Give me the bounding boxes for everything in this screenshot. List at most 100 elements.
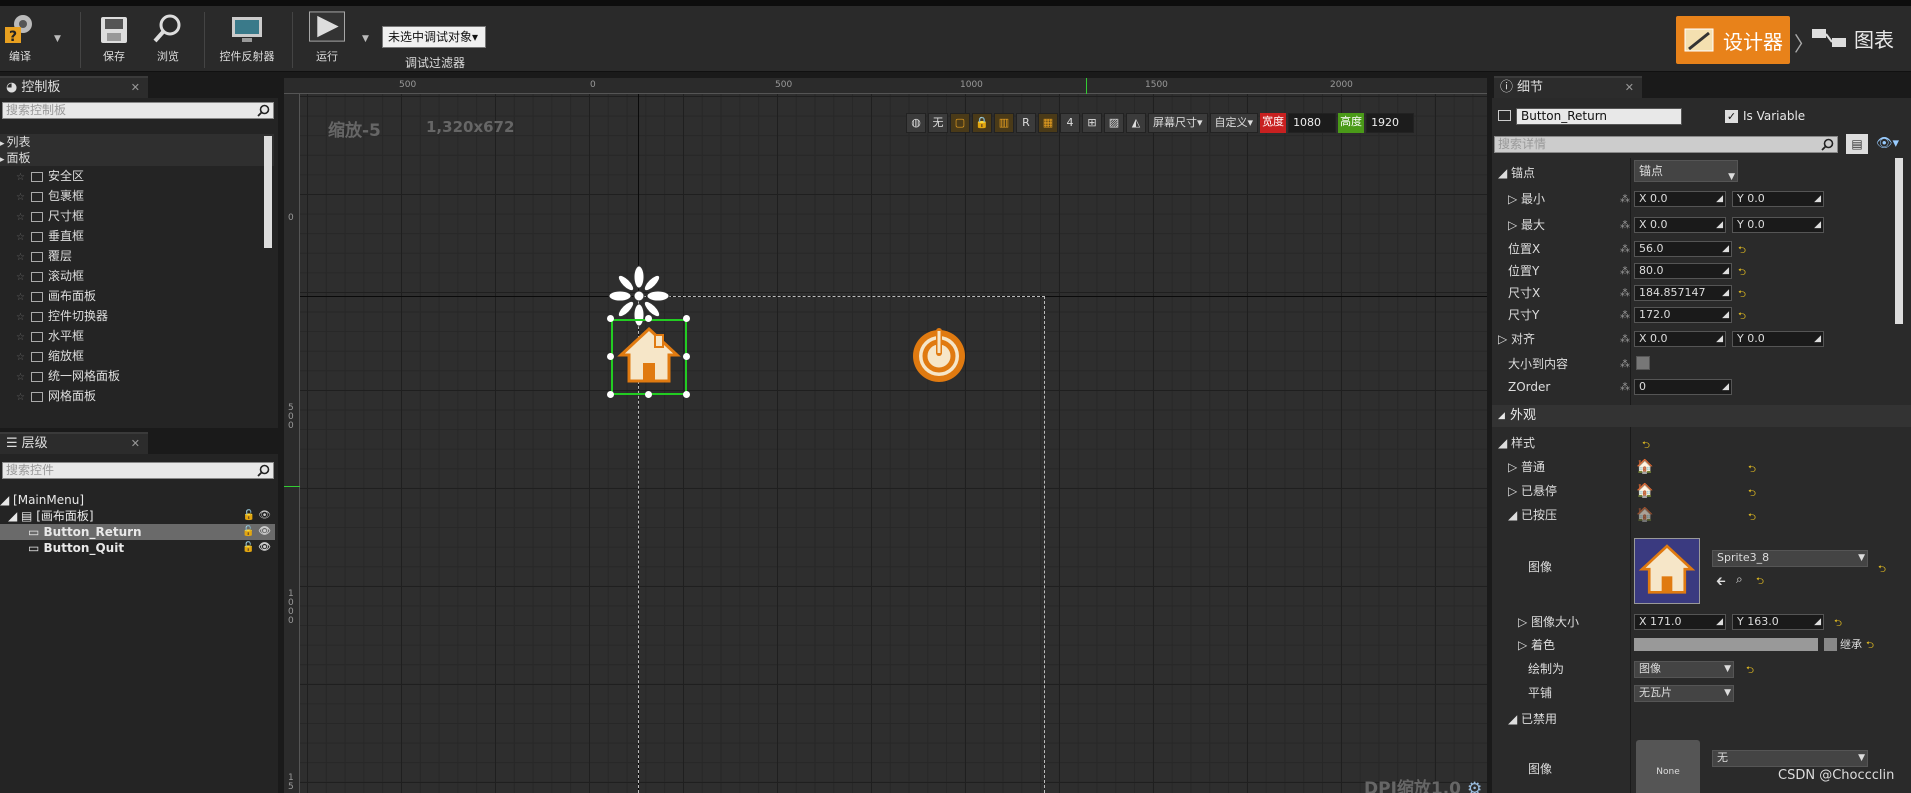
position-y-field[interactable]: 80.0 ◢ bbox=[1634, 263, 1732, 279]
size-y-field[interactable]: 172.0 ◢ bbox=[1634, 307, 1732, 323]
compile-dropdown-icon[interactable]: ▼ bbox=[54, 34, 61, 44]
size-x-field[interactable]: 184.857147 ◢ bbox=[1634, 285, 1732, 301]
palette-item[interactable]: ☆ 安全区 bbox=[0, 166, 84, 186]
draw-as-dropdown[interactable]: 图像 ▼ bbox=[1634, 661, 1734, 678]
tree-item-canvas-panel[interactable]: ◢ ▤ [画布面板] 🔓 👁 bbox=[0, 508, 275, 524]
link-icon[interactable]: ⁂ bbox=[1620, 334, 1630, 345]
designer-mode-button[interactable]: 设计器 bbox=[1676, 16, 1790, 64]
favorite-star-icon[interactable]: ☆ bbox=[16, 312, 25, 323]
favorite-star-icon[interactable]: ☆ bbox=[16, 192, 25, 203]
tree-item-button-quit[interactable]: ▭ Button_Quit 🔓 👁 bbox=[0, 540, 275, 556]
run-dropdown-icon[interactable]: ▼ bbox=[362, 34, 369, 44]
appearance-section[interactable]: ◢ 外观 bbox=[1492, 405, 1911, 427]
close-icon[interactable]: ✕ bbox=[131, 434, 140, 454]
width-input[interactable]: 1080 bbox=[1288, 113, 1337, 133]
r-button[interactable]: R bbox=[1016, 113, 1036, 133]
hovered-thumbnail-icon[interactable]: 🏠 bbox=[1636, 483, 1653, 499]
details-scrollbar[interactable] bbox=[1895, 158, 1903, 324]
none-thumbnail[interactable]: None bbox=[1636, 740, 1700, 793]
hierarchy-search-input[interactable]: 搜索控件 bbox=[2, 462, 274, 479]
link-icon[interactable]: ⁂ bbox=[1620, 288, 1630, 299]
lock-eye-icon[interactable]: 🔓 👁 bbox=[243, 508, 271, 524]
use-selected-arrow-icon[interactable]: 🡰 bbox=[1716, 572, 1726, 593]
is-variable-checkbox[interactable]: ✓ bbox=[1725, 110, 1738, 123]
property-matrix-icon[interactable]: ▤ bbox=[1846, 134, 1868, 154]
link-icon[interactable]: ⁂ bbox=[1620, 382, 1630, 393]
alignment-x-field[interactable]: X 0.0 ◢ bbox=[1634, 331, 1726, 347]
favorite-star-icon[interactable]: ☆ bbox=[16, 232, 25, 243]
height-input[interactable]: 1920 bbox=[1366, 113, 1415, 133]
widget-name-input[interactable]: Button_Return bbox=[1516, 108, 1682, 125]
favorite-star-icon[interactable]: ☆ bbox=[16, 292, 25, 303]
reset-icon[interactable]: ⮌ bbox=[1738, 287, 1746, 304]
eye-icon[interactable]: 👁▾ bbox=[1876, 136, 1899, 151]
reset-icon[interactable]: ⮌ bbox=[1738, 265, 1746, 282]
palette-item[interactable]: ☆ 统一网格面板 bbox=[0, 366, 120, 386]
tree-item-button-return[interactable]: ▭ Button_Return 🔓 👁 bbox=[0, 524, 275, 540]
globe-icon[interactable]: ◍ bbox=[906, 113, 926, 133]
link-icon[interactable]: ⁂ bbox=[1620, 244, 1630, 255]
anchor-dropdown[interactable]: 锚点 ▼ bbox=[1634, 160, 1738, 182]
reset-icon[interactable]: ⮌ bbox=[1738, 309, 1746, 326]
image-icon[interactable]: ▨ bbox=[1104, 113, 1124, 133]
palette-category[interactable]: ▸ 面板 bbox=[0, 150, 274, 166]
browse-magnifier-icon[interactable]: ⌕ bbox=[1736, 572, 1743, 587]
favorite-star-icon[interactable]: ☆ bbox=[16, 212, 25, 223]
size-to-content-checkbox[interactable] bbox=[1636, 356, 1650, 370]
custom-size-dropdown[interactable]: 自定义▾ bbox=[1209, 113, 1259, 133]
favorite-star-icon[interactable]: ☆ bbox=[16, 272, 25, 283]
image-size-x-field[interactable]: X 171.0 ◢ bbox=[1634, 614, 1726, 630]
anchor-min-y-field[interactable]: Y 0.0 ◢ bbox=[1732, 191, 1824, 207]
link-icon[interactable]: ⁂ bbox=[1620, 266, 1630, 277]
tab-palette[interactable]: ◕ 控制板 ✕ bbox=[0, 76, 148, 98]
run-button[interactable]: 运行 bbox=[304, 10, 350, 70]
palette-item[interactable]: ☆ 垂直框 bbox=[0, 226, 84, 246]
palette-item[interactable]: ☆ 控件切换器 bbox=[0, 306, 108, 326]
none-button[interactable]: 无 bbox=[928, 113, 948, 133]
alignment-y-field[interactable]: Y 0.0 ◢ bbox=[1732, 331, 1824, 347]
tab-details[interactable]: ⓘ 细节 ✕ bbox=[1494, 76, 1642, 98]
details-search-input[interactable]: 搜索详情 bbox=[1494, 136, 1838, 153]
position-x-field[interactable]: 56.0 ◢ bbox=[1634, 241, 1732, 257]
pressed-thumbnail-icon[interactable]: 🏠 bbox=[1636, 507, 1653, 523]
image-size-y-field[interactable]: Y 163.0 ◢ bbox=[1732, 614, 1824, 630]
sprite-asset-dropdown[interactable]: Sprite3_8 ▼ bbox=[1712, 550, 1868, 567]
button-return-widget[interactable] bbox=[611, 319, 687, 395]
palette-item[interactable]: ☆ 水平框 bbox=[0, 326, 84, 346]
anchor-flower-icon[interactable] bbox=[608, 265, 670, 327]
tiling-dropdown[interactable]: 无瓦片 ▼ bbox=[1634, 685, 1734, 702]
outline-toggle-icon[interactable]: ▢ bbox=[950, 113, 970, 133]
power-icon[interactable] bbox=[907, 322, 971, 386]
favorite-star-icon[interactable]: ☆ bbox=[16, 252, 25, 263]
lock-eye-icon[interactable]: 🔓 👁 bbox=[242, 540, 271, 556]
palette-item[interactable]: ☆ 包裹框 bbox=[0, 186, 84, 206]
reset-icon[interactable]: ⮌ bbox=[1748, 510, 1756, 527]
palette-item[interactable]: ☆ 网格面板 bbox=[0, 386, 96, 406]
close-icon[interactable]: ✕ bbox=[131, 78, 140, 98]
favorite-star-icon[interactable]: ☆ bbox=[16, 372, 25, 383]
link-icon[interactable]: ⁂ bbox=[1620, 359, 1630, 370]
palette-search-input[interactable]: 搜索控制板 bbox=[2, 102, 274, 119]
fit-icon[interactable]: ⊞ bbox=[1082, 113, 1102, 133]
close-icon[interactable]: ✕ bbox=[1625, 78, 1634, 98]
lock-icon[interactable]: 🔒 bbox=[972, 113, 992, 133]
designer-viewport[interactable]: 500 0 500 1000 1500 2000 0 5 0 0 1 0 0 0… bbox=[284, 78, 1487, 793]
screen-size-dropdown[interactable]: 屏幕尺寸▾ bbox=[1148, 113, 1208, 133]
dpi-scale-text[interactable]: DPI缩放1.0 ⚙ bbox=[1364, 774, 1482, 793]
anchor-max-y-field[interactable]: Y 0.0 ◢ bbox=[1732, 217, 1824, 233]
tree-item-mainmenu[interactable]: ◢ [MainMenu] bbox=[0, 492, 275, 508]
palette-category[interactable]: ▸ 列表 bbox=[0, 134, 274, 150]
layout-icon[interactable]: ▥ bbox=[994, 113, 1014, 133]
reset-icon[interactable]: ⮌ bbox=[1878, 562, 1886, 579]
anchor-max-x-field[interactable]: X 0.0 ◢ bbox=[1634, 217, 1726, 233]
palette-item[interactable]: ☆ 尺寸框 bbox=[0, 206, 84, 226]
link-icon[interactable]: ⁂ bbox=[1620, 310, 1630, 321]
link-icon[interactable]: ⁂ bbox=[1620, 194, 1630, 205]
favorite-star-icon[interactable]: ☆ bbox=[16, 392, 25, 403]
browse-button[interactable]: 浏览 bbox=[150, 10, 186, 70]
favorite-star-icon[interactable]: ☆ bbox=[16, 332, 25, 343]
lock-eye-icon[interactable]: 🔓 👁 bbox=[242, 524, 271, 540]
reset-icon[interactable]: ⮌ bbox=[1746, 663, 1754, 680]
anchor-min-x-field[interactable]: X 0.0 ◢ bbox=[1634, 191, 1726, 207]
graph-mode-button[interactable]: 图表 bbox=[1810, 24, 1894, 53]
